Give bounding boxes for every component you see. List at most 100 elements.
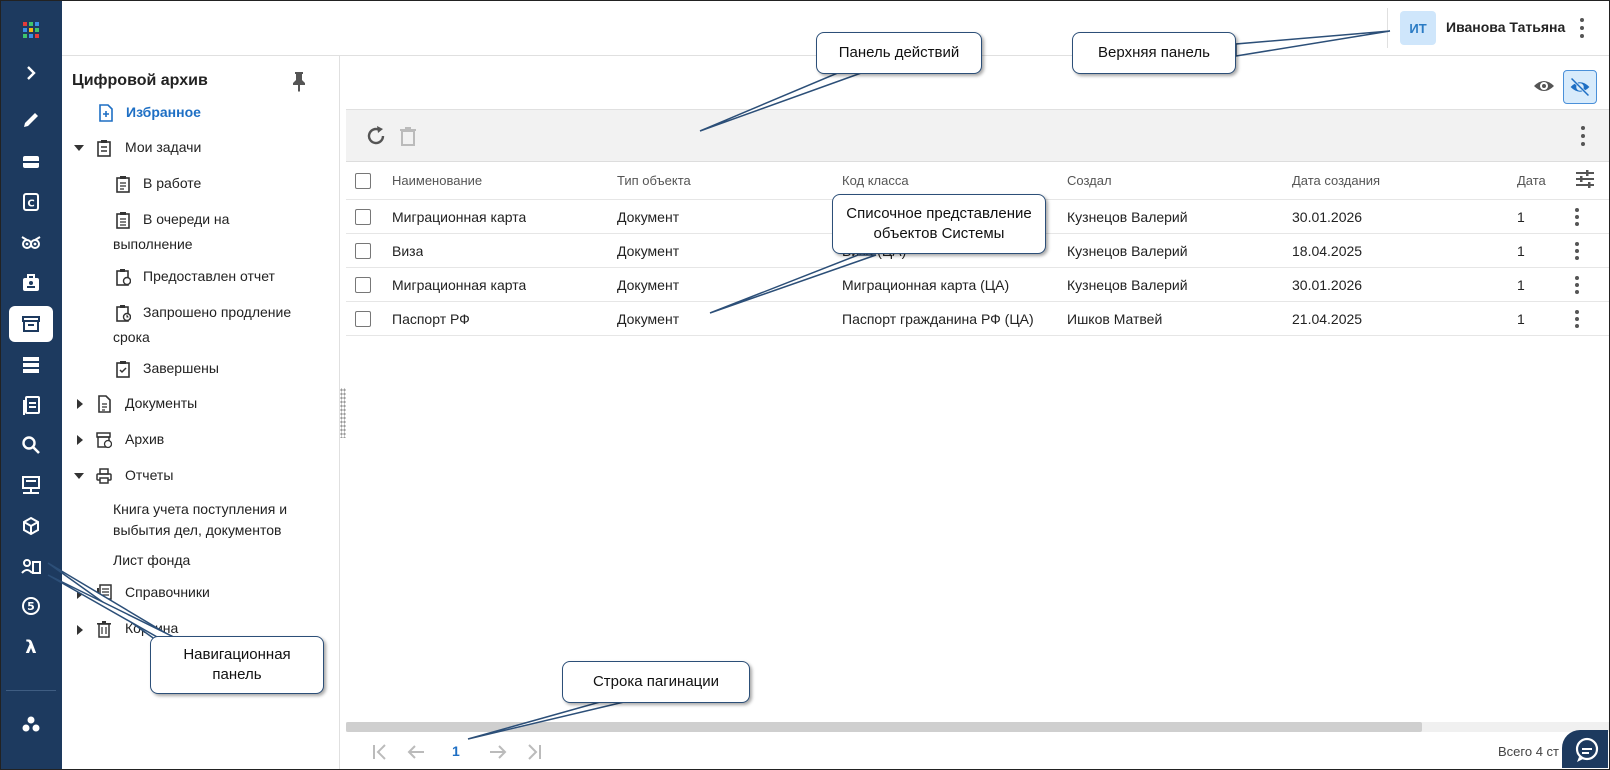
- clipboard-icon: [97, 140, 111, 157]
- apps-grid-icon[interactable]: [9, 12, 53, 48]
- clipboard-list-icon: [116, 176, 130, 193]
- nav-item-fund-sheet[interactable]: Лист фонда: [113, 548, 190, 573]
- last-page-icon[interactable]: [522, 740, 546, 764]
- row-more-icon[interactable]: [1572, 240, 1582, 262]
- documents-icon: [98, 395, 111, 413]
- column-header-date[interactable]: Дата: [1517, 162, 1547, 200]
- cell-name: Паспорт РФ: [392, 311, 470, 327]
- table-row[interactable]: Паспорт РФ Документ Паспорт гражданина РФ …: [346, 302, 1610, 336]
- column-header-created-date[interactable]: Дата создания: [1292, 162, 1380, 200]
- row-checkbox[interactable]: [355, 311, 371, 327]
- documents-icon[interactable]: [9, 387, 53, 423]
- nav-item-archive[interactable]: Архив: [125, 427, 164, 452]
- caret-down-icon[interactable]: [74, 145, 84, 151]
- nav-item-extension-requested[interactable]: Запрошено продление: [143, 300, 291, 325]
- row-checkbox[interactable]: [355, 277, 371, 293]
- row-more-icon[interactable]: [1572, 308, 1582, 330]
- nav-item-completed[interactable]: Завершены: [143, 356, 219, 381]
- caret-right-icon[interactable]: [77, 589, 83, 599]
- cell-type: Документ: [617, 277, 680, 293]
- archive-clock-icon: [96, 432, 112, 449]
- row-checkbox[interactable]: [355, 209, 371, 225]
- user-name[interactable]: Иванова Татьяна: [1446, 19, 1565, 35]
- table-row[interactable]: Миграционная карта Документ Миграционная к…: [346, 268, 1610, 302]
- user-card-icon[interactable]: [9, 548, 53, 584]
- next-page-icon[interactable]: [486, 740, 510, 764]
- cell-author: Кузнецов Валерий: [1067, 243, 1188, 259]
- caret-down-icon[interactable]: [74, 473, 84, 479]
- clipboard-check-icon: [116, 361, 130, 378]
- nav-item-documents[interactable]: Документы: [125, 391, 197, 416]
- column-settings-icon[interactable]: [1574, 168, 1596, 190]
- c-letter-icon[interactable]: C: [9, 184, 53, 220]
- eye-icon[interactable]: [1528, 70, 1560, 102]
- nav-item-extension-line2[interactable]: срока: [113, 325, 150, 350]
- expand-chevron-icon[interactable]: [9, 55, 53, 91]
- row-more-icon[interactable]: [1572, 206, 1582, 228]
- avatar[interactable]: ИТ: [1400, 11, 1436, 45]
- pin-icon[interactable]: [290, 70, 308, 92]
- nav-item-report-book-line2[interactable]: выбытия дел, документов: [113, 518, 281, 543]
- cell-name: Миграционная карта: [392, 209, 527, 225]
- action-more-icon[interactable]: [1578, 124, 1588, 148]
- cell-date: 1: [1517, 243, 1525, 259]
- row-more-icon[interactable]: [1572, 274, 1582, 296]
- nav-item-queued[interactable]: В очереди на: [143, 207, 229, 232]
- chat-button[interactable]: [1562, 730, 1608, 768]
- select-all-checkbox[interactable]: [355, 173, 371, 189]
- five-circle-icon[interactable]: 5: [9, 588, 53, 624]
- briefcase-tray-icon[interactable]: [9, 143, 53, 179]
- column-header-name[interactable]: Наименование: [392, 162, 482, 200]
- nav-item-dictionaries[interactable]: Справочники: [125, 580, 210, 605]
- horizontal-scrollbar[interactable]: [346, 722, 1422, 732]
- delete-icon[interactable]: [396, 124, 420, 148]
- first-page-icon[interactable]: [368, 740, 392, 764]
- nav-item-queued-line2[interactable]: выполнение: [113, 232, 193, 257]
- cell-class-code: Паспорт гражданина РФ (ЦА): [842, 311, 1034, 327]
- nav-item-in-progress[interactable]: В работе: [143, 171, 201, 196]
- caret-right-icon[interactable]: [77, 435, 83, 445]
- badge-briefcase-icon[interactable]: [9, 265, 53, 301]
- callout-text: Верхняя панель: [1098, 44, 1210, 61]
- caret-right-icon[interactable]: [77, 625, 83, 635]
- cell-created-date: 18.04.2025: [1292, 243, 1363, 259]
- printer-icon: [96, 468, 112, 484]
- cell-class-code: Миграционная карта (ЦА): [842, 277, 1010, 293]
- nav-item-report-provided[interactable]: Предоставлен отчет: [143, 264, 275, 289]
- refresh-icon[interactable]: [364, 124, 388, 148]
- callout-pagination: Строка пагинации: [562, 661, 750, 703]
- owl-icon[interactable]: [9, 225, 53, 261]
- callout-text: Строка пагинации: [592, 673, 720, 690]
- nav-item-favorites[interactable]: Избранное: [126, 100, 201, 125]
- nav-item-reports[interactable]: Отчеты: [125, 463, 173, 488]
- clipboard-report-icon: [116, 269, 131, 286]
- clipboard-clock-icon: [116, 305, 131, 322]
- pencil-icon[interactable]: [9, 102, 53, 138]
- nav-item-my-tasks[interactable]: Мои задачи: [125, 135, 201, 160]
- callout-list-view: Списочное представление объектов Системы: [832, 194, 1046, 254]
- panel-resize-handle[interactable]: [340, 388, 346, 438]
- cube-icon[interactable]: [9, 508, 53, 544]
- cell-date: 1: [1517, 209, 1525, 225]
- callout-text: Навигационная: [183, 646, 291, 663]
- monitor-network-icon[interactable]: [9, 467, 53, 503]
- column-header-type[interactable]: Тип объекта: [617, 162, 691, 200]
- column-header-author[interactable]: Создал: [1067, 162, 1112, 200]
- search-icon[interactable]: [9, 427, 53, 463]
- cell-author: Кузнецов Валерий: [1067, 209, 1188, 225]
- cell-author: Ишков Матвей: [1067, 311, 1163, 327]
- cell-date: 1: [1517, 277, 1525, 293]
- row-checkbox[interactable]: [355, 243, 371, 259]
- archive-box-icon[interactable]: [9, 306, 53, 342]
- lambda-icon[interactable]: λ: [9, 629, 53, 665]
- current-page-number[interactable]: 1: [452, 743, 460, 759]
- callout-top-panel: Верхняя панель: [1072, 32, 1236, 74]
- caret-right-icon[interactable]: [77, 399, 83, 409]
- more-vertical-icon[interactable]: [1576, 16, 1588, 40]
- svg-text:C: C: [27, 199, 34, 210]
- modules-icon[interactable]: [9, 707, 53, 743]
- previous-page-icon[interactable]: [404, 740, 428, 764]
- hide-toggle-button[interactable]: [1563, 70, 1597, 104]
- clipboard-queue-icon: [116, 212, 130, 229]
- server-list-icon[interactable]: [9, 347, 53, 383]
